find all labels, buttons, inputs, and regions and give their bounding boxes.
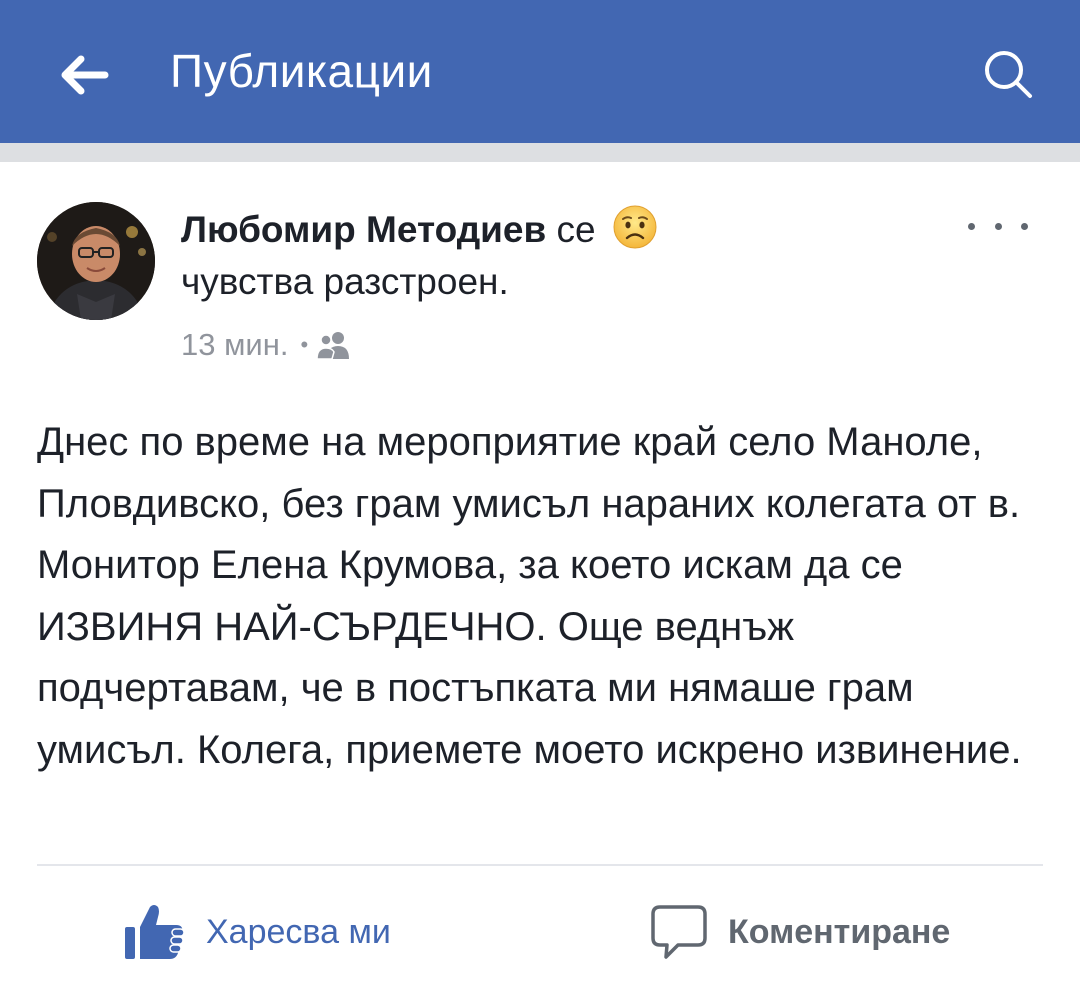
back-button[interactable] — [52, 45, 116, 105]
thumbs-up-icon — [125, 905, 185, 959]
sad-face-emoji — [613, 205, 657, 249]
app-header: Публикации — [0, 0, 1080, 143]
header-divider — [0, 143, 1080, 162]
feeling-text: чувства разстроен. — [181, 261, 509, 302]
post-body: Днес по време на мероприятие край село М… — [37, 420, 1022, 772]
profile-photo — [37, 202, 155, 320]
post-meta: 13 мин. • — [181, 327, 350, 363]
post-header: Любомир Методиев се чувства разстроен. — [181, 204, 941, 308]
comment-button[interactable]: Коментиране — [650, 902, 950, 962]
post-card: Любомир Методиев се чувства разстроен. 1… — [0, 162, 1080, 994]
arrow-left-icon — [61, 55, 109, 95]
more-dots-icon — [1021, 222, 1028, 230]
like-button[interactable]: Харесва ми — [124, 902, 391, 962]
avatar[interactable] — [37, 202, 155, 320]
comment-bubble-icon — [651, 905, 707, 959]
friends-icon — [316, 332, 350, 360]
search-icon — [985, 51, 1032, 98]
search-button[interactable] — [980, 46, 1040, 106]
meta-separator: • — [300, 332, 309, 357]
post-options-button[interactable] — [968, 214, 1028, 238]
more-dots-icon — [994, 222, 1002, 230]
post-timestamp[interactable]: 13 мин. — [181, 327, 288, 363]
like-label: Харесва ми — [206, 912, 391, 951]
author-name[interactable]: Любомир Методиев — [181, 209, 546, 250]
page-title: Публикации — [170, 45, 433, 97]
feeling-prefix: се — [556, 209, 596, 250]
actions-divider — [37, 864, 1043, 866]
comment-label: Коментиране — [728, 912, 951, 951]
more-dots-icon — [968, 222, 975, 230]
